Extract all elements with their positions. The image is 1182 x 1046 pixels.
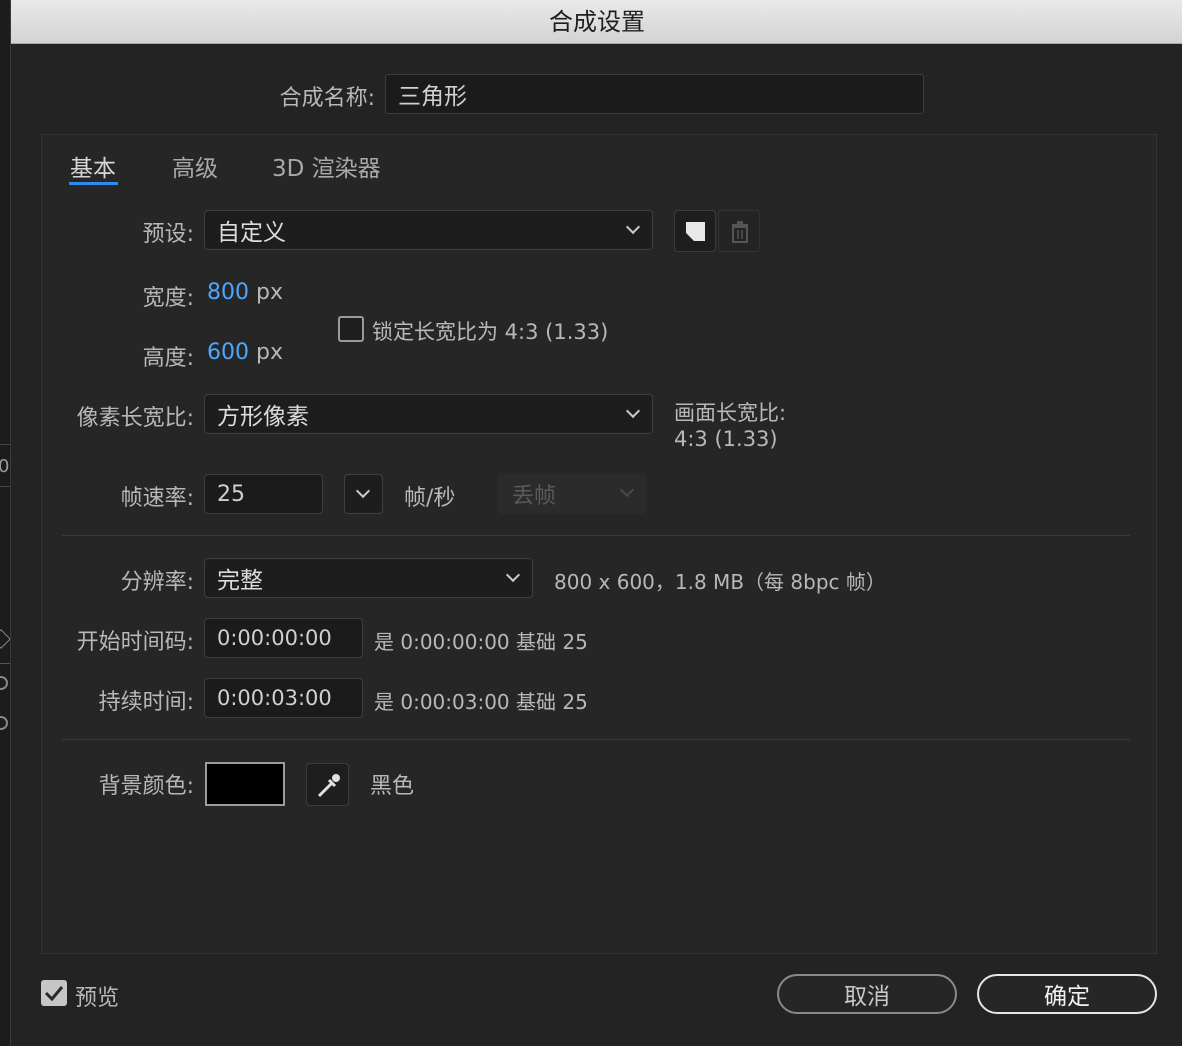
start-timecode-info: 是 0:00:00:00 基础 25 bbox=[374, 630, 588, 654]
tab-advanced[interactable]: 高级 bbox=[172, 149, 218, 183]
eyedropper-button[interactable] bbox=[306, 763, 349, 806]
cancel-button[interactable]: 取消 bbox=[777, 974, 957, 1014]
resolution-label: 分辨率: bbox=[120, 570, 194, 595]
checkmark-icon bbox=[44, 986, 64, 1002]
duration-label: 持续时间: bbox=[98, 690, 194, 715]
drop-frame-value: 丢帧 bbox=[512, 484, 557, 509]
pixel-aspect-dropdown[interactable]: 方形像素 bbox=[204, 394, 653, 434]
height-value[interactable]: 600 bbox=[207, 340, 249, 365]
ok-button[interactable]: 确定 bbox=[977, 974, 1157, 1014]
width-unit: px bbox=[256, 280, 283, 305]
screen: 0C 合成设置 合成名称: 三角形 基本 高级 3D 渲染器 预设: 自定义 bbox=[0, 0, 1182, 1046]
resolution-dropdown[interactable]: 完整 bbox=[204, 558, 533, 598]
height-field[interactable]: 600 px bbox=[207, 340, 283, 365]
duration-value: 0:00:03:00 bbox=[217, 686, 332, 710]
resolution-info: 800 x 600，1.8 MB（每 8bpc 帧） bbox=[554, 570, 886, 594]
frame-rate-label: 帧速率: bbox=[120, 486, 194, 511]
preview-checkbox[interactable] bbox=[41, 980, 67, 1006]
frame-rate-value: 25 bbox=[217, 481, 245, 507]
duration-input[interactable]: 0:00:03:00 bbox=[204, 678, 363, 718]
width-label: 宽度: bbox=[142, 286, 194, 311]
settings-panel: 基本 高级 3D 渲染器 预设: 自定义 宽度: 800 px 高度: 600 … bbox=[41, 134, 1157, 954]
drop-frame-dropdown[interactable]: 丢帧 bbox=[498, 474, 646, 514]
chevron-down-icon bbox=[619, 482, 635, 498]
circle-icon bbox=[0, 716, 8, 730]
lock-aspect-label[interactable]: 锁定长宽比为 4:3 (1.33) bbox=[372, 316, 608, 346]
trash-icon bbox=[732, 221, 748, 243]
comp-name-input[interactable]: 三角形 bbox=[385, 74, 924, 114]
start-timecode-value: 0:00:00:00 bbox=[217, 626, 332, 650]
preset-value: 自定义 bbox=[217, 220, 286, 246]
background-color-name: 黑色 bbox=[370, 774, 415, 799]
comp-name-value: 三角形 bbox=[398, 84, 467, 110]
pixel-aspect-value: 方形像素 bbox=[217, 404, 309, 430]
frame-rate-input[interactable]: 25 bbox=[204, 474, 323, 514]
dialog-title[interactable]: 合成设置 bbox=[11, 0, 1182, 44]
width-value[interactable]: 800 bbox=[207, 280, 249, 305]
lock-aspect-checkbox[interactable] bbox=[338, 316, 364, 342]
tab-basic[interactable]: 基本 bbox=[70, 149, 116, 183]
height-label: 高度: bbox=[142, 346, 194, 371]
resolution-value: 完整 bbox=[217, 568, 263, 594]
preset-dropdown[interactable]: 自定义 bbox=[204, 210, 653, 250]
preset-label: 预设: bbox=[142, 222, 194, 247]
comp-name-label: 合成名称: bbox=[279, 86, 375, 111]
start-timecode-input[interactable]: 0:00:00:00 bbox=[204, 618, 363, 658]
save-preset-icon bbox=[686, 222, 705, 241]
frame-rate-dropdown-button[interactable] bbox=[344, 474, 383, 514]
duration-info: 是 0:00:03:00 基础 25 bbox=[374, 690, 588, 714]
frame-rate-unit: 帧/秒 bbox=[404, 486, 456, 511]
divider bbox=[62, 739, 1130, 740]
circle-icon bbox=[0, 676, 8, 690]
height-unit: px bbox=[256, 340, 283, 365]
chevron-down-icon bbox=[625, 403, 641, 419]
save-preset-button[interactable] bbox=[674, 210, 716, 252]
active-tab-indicator bbox=[69, 182, 118, 185]
frame-aspect-label: 画面长宽比: bbox=[674, 401, 787, 425]
chevron-down-icon bbox=[505, 567, 521, 583]
chevron-down-icon bbox=[625, 219, 641, 235]
background-color-swatch[interactable] bbox=[205, 762, 285, 806]
preview-label[interactable]: 预览 bbox=[75, 980, 119, 1012]
background-color-label: 背景颜色: bbox=[98, 774, 194, 799]
delete-preset-button[interactable] bbox=[718, 210, 760, 252]
start-timecode-label: 开始时间码: bbox=[76, 630, 194, 655]
tab-3d-renderer[interactable]: 3D 渲染器 bbox=[272, 149, 381, 183]
divider bbox=[62, 535, 1130, 536]
pixel-aspect-label: 像素长宽比: bbox=[76, 406, 194, 431]
eyedropper-icon bbox=[317, 774, 340, 798]
width-field[interactable]: 800 px bbox=[207, 280, 283, 305]
frame-aspect-value: 4:3 (1.33) bbox=[674, 427, 778, 451]
chevron-down-icon bbox=[355, 483, 371, 499]
composition-settings-dialog: 合成设置 合成名称: 三角形 基本 高级 3D 渲染器 预设: 自定义 宽度: … bbox=[10, 0, 1182, 1046]
